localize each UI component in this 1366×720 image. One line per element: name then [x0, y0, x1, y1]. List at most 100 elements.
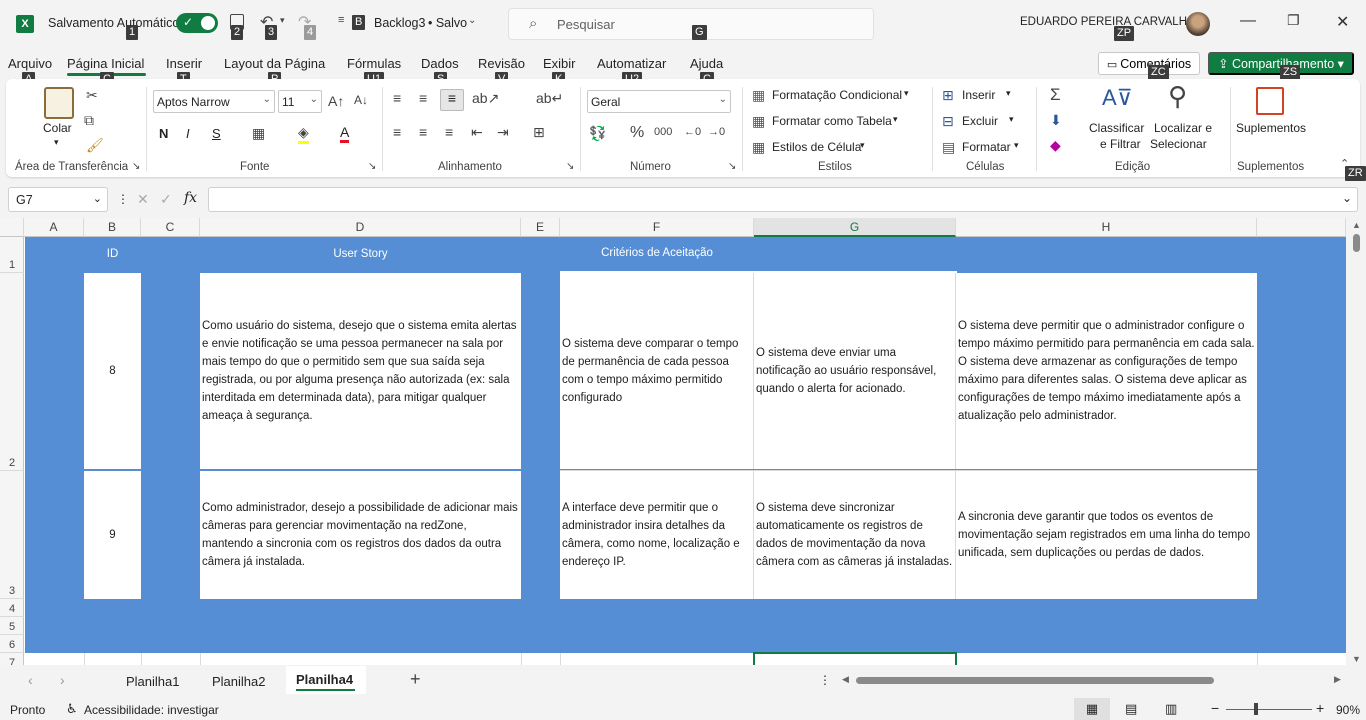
italic-button[interactable]: I: [186, 126, 190, 141]
conditional-format-icon[interactable]: ▦: [752, 87, 765, 104]
wrap-text-icon[interactable]: ab↵: [536, 90, 563, 107]
qat-more-icon[interactable]: ≡: [338, 14, 344, 26]
row-header-4[interactable]: 4: [0, 599, 24, 617]
cell-h3[interactable]: A sincronia deve garantir que todos os e…: [956, 471, 1257, 599]
column-header-b[interactable]: B: [84, 218, 141, 237]
paste-button[interactable]: Colar: [43, 121, 72, 135]
cell-styles-icon[interactable]: ▦: [752, 139, 765, 156]
row-header-5[interactable]: 5: [0, 617, 24, 635]
tab-dados[interactable]: Dados: [421, 56, 459, 71]
chevron-down-icon[interactable]: ▾: [54, 137, 59, 148]
page-break-view-icon[interactable]: ▥: [1165, 701, 1177, 717]
header-criteria[interactable]: Critérios de Aceitação: [560, 247, 754, 259]
close-icon[interactable]: ✕: [1336, 12, 1349, 32]
expand-icon[interactable]: ⌄: [1342, 191, 1352, 205]
fill-color-icon[interactable]: ◈: [298, 124, 309, 144]
align-center-icon[interactable]: ≡: [419, 124, 427, 140]
row-header-3[interactable]: 3: [0, 471, 24, 599]
find-select-label-1[interactable]: Localizar e: [1154, 121, 1212, 135]
underline-button[interactable]: S: [212, 126, 221, 141]
zoom-level[interactable]: 90%: [1336, 703, 1360, 717]
scroll-up-icon[interactable]: ▲: [1352, 220, 1361, 230]
autosum-icon[interactable]: Σ: [1050, 85, 1061, 105]
header-user-story[interactable]: User Story: [200, 248, 521, 260]
zoom-slider-thumb[interactable]: [1254, 703, 1258, 715]
dialog-launcher-icon[interactable]: ↘: [728, 161, 736, 172]
avatar[interactable]: [1186, 12, 1210, 36]
tab-ajuda[interactable]: Ajuda: [690, 56, 723, 71]
sort-filter-icon[interactable]: A⊽: [1102, 85, 1133, 111]
next-sheet-icon[interactable]: ›: [60, 672, 65, 688]
align-middle-icon[interactable]: ≡: [419, 90, 427, 106]
column-header-c[interactable]: C: [141, 218, 200, 237]
font-size-select[interactable]: 11 ⌄: [278, 90, 322, 113]
align-top-icon[interactable]: ≡: [393, 90, 401, 106]
spreadsheet-grid[interactable]: A B C D E F G H 1 2 3 4 5 6 7 ID User St…: [0, 218, 1346, 665]
formula-input[interactable]: ⌄: [208, 187, 1358, 212]
paste-icon[interactable]: [44, 87, 74, 119]
chevron-down-icon[interactable]: ▾: [1006, 88, 1011, 99]
insert-cells-icon[interactable]: ⊞: [942, 87, 954, 104]
grow-font-icon[interactable]: A↑: [328, 93, 344, 109]
insert-function-icon[interactable]: fx: [184, 190, 197, 206]
accessibility-icon[interactable]: ♿: [66, 701, 78, 717]
find-select-icon[interactable]: ⚲: [1168, 81, 1187, 112]
cell-f2[interactable]: O sistema deve comparar o tempo de perma…: [560, 273, 754, 469]
name-box[interactable]: G7 ⌄: [8, 187, 108, 212]
cell-styles-button[interactable]: Estilos de Célula: [772, 140, 861, 154]
font-name-select[interactable]: Aptos Narrow ⌄: [153, 90, 275, 113]
zoom-out-icon[interactable]: −: [1211, 700, 1219, 716]
delete-cells-button[interactable]: Excluir: [962, 114, 998, 128]
border-icon[interactable]: ▦: [252, 125, 265, 142]
chevron-down-icon[interactable]: ▾: [1009, 114, 1014, 125]
row-header-6[interactable]: 6: [0, 635, 24, 653]
align-right-icon[interactable]: ≡: [445, 124, 453, 140]
header-id[interactable]: ID: [84, 248, 141, 260]
accessibility-status[interactable]: Acessibilidade: investigar: [84, 703, 219, 717]
copy-icon[interactable]: ⧉: [84, 112, 94, 129]
normal-view-icon[interactable]: ▦: [1074, 698, 1110, 720]
cell-h2[interactable]: O sistema deve permitir que o administra…: [956, 273, 1257, 469]
zoom-slider[interactable]: [1226, 709, 1312, 710]
minimize-icon[interactable]: —: [1240, 12, 1256, 30]
tab-exibir[interactable]: Exibir: [543, 56, 576, 71]
decrease-decimal-icon[interactable]: →0: [708, 126, 725, 138]
tab-layout[interactable]: Layout da Página: [224, 56, 325, 71]
autosave-toggle[interactable]: ✓: [176, 13, 218, 33]
corner-select-all[interactable]: [0, 218, 24, 237]
sheet-tab-planilha1[interactable]: Planilha1: [126, 674, 180, 689]
restore-icon[interactable]: ❐: [1287, 12, 1300, 29]
sort-filter-label-1[interactable]: Classificar: [1089, 121, 1144, 135]
row-7-cells[interactable]: [25, 653, 1346, 665]
dialog-launcher-icon[interactable]: ↘: [132, 161, 140, 172]
insert-cells-button[interactable]: Inserir: [962, 88, 995, 102]
percent-icon[interactable]: %: [630, 124, 644, 142]
format-cells-button[interactable]: Formatar: [962, 140, 1011, 154]
comma-style-icon[interactable]: 000: [654, 126, 672, 138]
vertical-scroll-thumb[interactable]: [1353, 234, 1360, 252]
merge-center-icon[interactable]: ⊞: [533, 124, 545, 141]
chevron-down-icon[interactable]: ▾: [860, 140, 865, 151]
fill-icon[interactable]: ⬇: [1050, 112, 1062, 129]
horizontal-scroll-thumb[interactable]: [856, 677, 1214, 684]
chevron-down-icon[interactable]: ▾: [1014, 140, 1019, 151]
addins-icon[interactable]: [1256, 87, 1284, 115]
sort-filter-label-2[interactable]: e Filtrar: [1100, 137, 1141, 151]
conditional-format-button[interactable]: Formatação Condicional: [772, 88, 902, 102]
delete-cells-icon[interactable]: ⊟: [942, 113, 954, 130]
orientation-icon[interactable]: ab↗: [472, 90, 499, 107]
column-header-h[interactable]: H: [956, 218, 1257, 237]
format-as-table-button[interactable]: Formatar como Tabela: [772, 114, 892, 128]
sheet-tab-planilha2[interactable]: Planilha2: [212, 674, 266, 689]
increase-decimal-icon[interactable]: ←0: [684, 126, 701, 138]
format-painter-icon[interactable]: 🖌: [86, 137, 104, 154]
chevron-down-icon[interactable]: ▾: [904, 88, 909, 99]
align-left-icon[interactable]: ≡: [393, 124, 401, 140]
chevron-down-icon[interactable]: ⌄: [468, 15, 476, 26]
find-select-label-2[interactable]: Selecionar: [1150, 137, 1207, 151]
more-icon[interactable]: ⋮: [117, 192, 129, 206]
page-layout-view-icon[interactable]: ▤: [1125, 701, 1137, 717]
clear-icon[interactable]: ◆: [1050, 137, 1061, 154]
column-header-d[interactable]: D: [200, 218, 521, 237]
tab-arquivo[interactable]: Arquivo: [8, 56, 52, 71]
